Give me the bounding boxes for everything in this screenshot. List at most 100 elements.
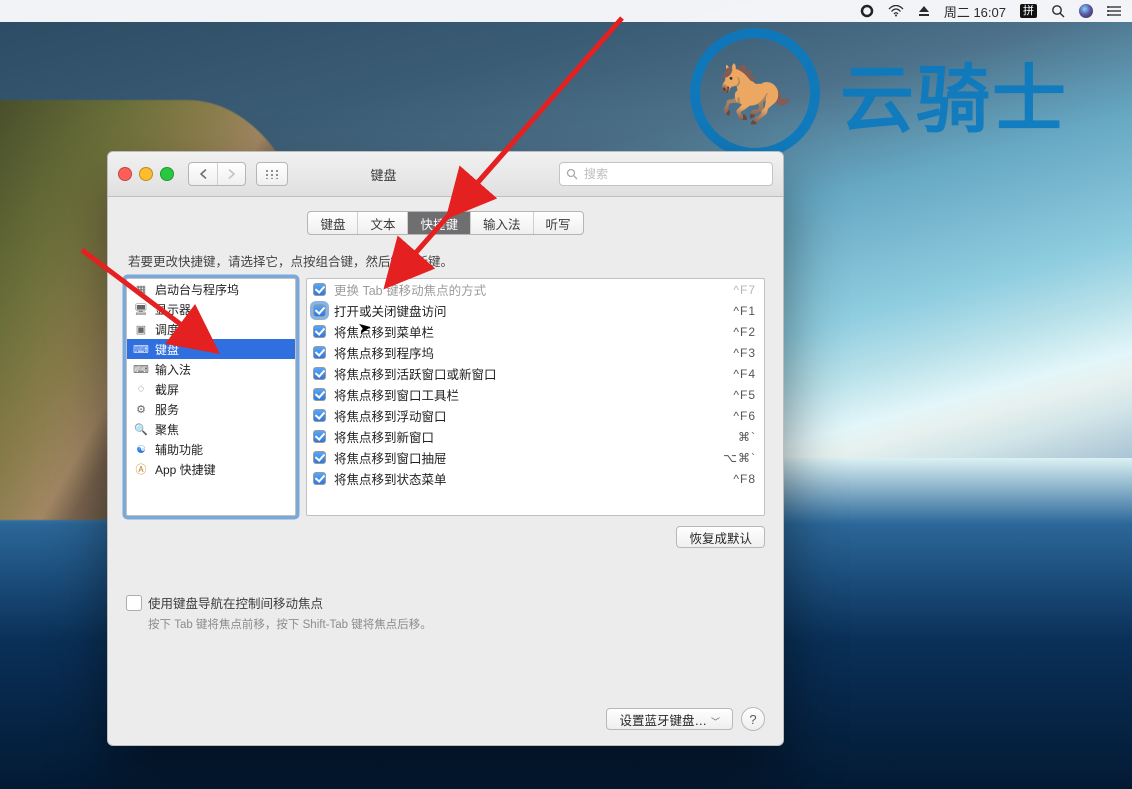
sidebar-item-screenshots[interactable]: ◌ 截屏 [127, 379, 295, 399]
circle-icon[interactable] [860, 3, 874, 19]
sidebar-item-accessibility[interactable]: ☯ 辅助功能 [127, 439, 295, 459]
tab-shortcuts[interactable]: 快捷键 [407, 212, 470, 234]
app-shortcuts-icon: Ⓐ [133, 463, 149, 475]
shortcut-checkbox[interactable] [313, 346, 326, 359]
shortcut-checkbox[interactable] [313, 451, 326, 464]
shortcut-row[interactable]: 将焦点移到新窗口 ⌘` [307, 426, 764, 447]
keyboard-icon: ⌨ [133, 343, 149, 355]
sidebar-item-label: App 快捷键 [155, 461, 216, 478]
spotlight-icon: 🔍 [133, 423, 149, 435]
sidebar-item-launchpad[interactable]: ▦启动台与程序坞 [127, 279, 295, 299]
keyboard-nav-checkbox-label[interactable]: 使用键盘导航在控制间移动焦点 [126, 597, 323, 611]
shortcut-desc: 将焦点移到状态菜单 [334, 469, 725, 488]
accessibility-icon: ☯ [133, 443, 149, 455]
shortcut-checkbox[interactable] [313, 472, 326, 485]
shortcut-row[interactable]: 打开或关闭键盘访问^F1 [307, 300, 764, 321]
sidebar-item-mission-control[interactable]: ▣ 调度中心 [127, 319, 295, 339]
window-toolbar: 键盘 [108, 152, 783, 197]
sidebar-item-label: 键盘 [155, 341, 179, 358]
sidebar-item-spotlight[interactable]: 🔍聚焦 [127, 419, 295, 439]
shortcut-row[interactable]: 将焦点移到程序坞^F3 [307, 342, 764, 363]
shortcut-checkbox[interactable] [313, 388, 326, 401]
shortcut-desc: 将焦点移到活跃窗口或新窗口 [334, 364, 725, 383]
search-input[interactable] [582, 166, 766, 182]
menu-bar: 周二 16:07 拼 [0, 0, 1132, 22]
shortcut-desc: 将焦点移到新窗口 [334, 427, 730, 446]
menu-clock[interactable]: 周二 16:07 [944, 2, 1006, 21]
sidebar-item-keyboard[interactable]: ⌨ 键盘 [127, 339, 295, 359]
search-field[interactable] [559, 162, 773, 186]
wifi-icon[interactable] [888, 3, 904, 19]
shortcut-keys: ^F2 [733, 325, 756, 339]
instruction-text: 若要更改快捷键，请选择它，点按组合键，然后键入新键。 [128, 251, 765, 270]
tab-keyboard[interactable]: 键盘 [308, 212, 357, 234]
shortcut-checkbox[interactable] [313, 409, 326, 422]
siri-icon[interactable] [1079, 3, 1093, 19]
keyboard-nav-checkbox[interactable] [126, 595, 142, 611]
tab-text[interactable]: 文本 [357, 212, 407, 234]
shortcut-keys: ^F7 [733, 283, 756, 297]
shortcut-keys: ^F4 [733, 367, 756, 381]
shortcut-list[interactable]: 更换 Tab 键移动焦点的方式 ^F7 打开或关闭键盘访问^F1 将焦点移到菜单栏… [306, 278, 765, 516]
shortcut-desc: 将焦点移到窗口抽屉 [334, 448, 715, 467]
desktop-wallpaper: 周二 16:07 拼 🐎 云骑士 [0, 0, 1132, 789]
sidebar-item-services[interactable]: ⚙ 服务 [127, 399, 295, 419]
shortcut-keys: ⌥⌘` [723, 451, 756, 465]
bluetooth-keyboard-button[interactable]: 设置蓝牙键盘…﹀ [606, 708, 733, 730]
sidebar-item-label: 启动台与程序坞 [155, 281, 239, 298]
sidebar-item-label: 服务 [155, 401, 179, 418]
minimize-button[interactable] [139, 167, 153, 181]
shortcut-row[interactable]: 将焦点移到窗口工具栏^F5 [307, 384, 764, 405]
shortcut-checkbox[interactable] [313, 367, 326, 380]
keyboard-nav-help: 按下 Tab 键将焦点前移，按下 Shift-Tab 键将焦点后移。 [148, 616, 765, 632]
shortcut-row[interactable]: 更换 Tab 键移动焦点的方式 ^F7 [307, 279, 764, 300]
shortcut-checkbox[interactable] [313, 283, 326, 296]
tab-group: 键盘 文本 快捷键 输入法 听写 [307, 211, 583, 235]
shortcut-desc: 将焦点移到浮动窗口 [334, 406, 725, 425]
sidebar-item-label: 调度中心 [155, 321, 203, 338]
sidebar-item-display[interactable]: 🖥 显示器 [127, 299, 295, 319]
tab-dictation[interactable]: 听写 [533, 212, 583, 234]
shortcut-row[interactable]: 将焦点移到菜单栏^F2 [307, 321, 764, 342]
traffic-lights [118, 167, 174, 181]
sidebar-item-input-sources[interactable]: ⌨输入法 [127, 359, 295, 379]
sidebar-item-app-shortcuts[interactable]: Ⓐ App 快捷键 [127, 459, 295, 479]
shortcut-row[interactable]: 将焦点移到浮动窗口 ^F6 [307, 405, 764, 426]
shortcut-keys: ^F3 [733, 346, 756, 360]
shortcut-checkbox[interactable] [313, 304, 326, 317]
system-preferences-window: 键盘 键盘 文本 快捷键 输入法 听写 若要更改快捷键，请选择它，点按组合键，然… [107, 151, 784, 746]
screenshot-icon: ◌ [133, 383, 149, 395]
shortcut-row[interactable]: 将焦点移到窗口抽屉 ⌥⌘` [307, 447, 764, 468]
sidebar-item-label: 截屏 [155, 381, 179, 398]
back-button[interactable] [189, 163, 217, 185]
eject-icon[interactable] [918, 3, 930, 19]
close-button[interactable] [118, 167, 132, 181]
shortcut-desc: 更换 Tab 键移动焦点的方式 [334, 280, 725, 299]
search-icon[interactable] [1051, 3, 1065, 19]
watermark-logo: 🐎 云骑士 [690, 28, 1068, 158]
mission-control-icon: ▣ [133, 323, 149, 335]
shortcut-keys: ^F6 [733, 409, 756, 423]
zoom-button[interactable] [160, 167, 174, 181]
services-icon: ⚙ [133, 403, 149, 415]
knight-icon: 🐎 [700, 38, 810, 148]
sidebar-item-label: 显示器 [155, 301, 191, 318]
watermark-text: 云骑士 [840, 40, 1068, 147]
category-list[interactable]: ▦启动台与程序坞 🖥 显示器 ▣ 调度中心 ⌨ 键盘 ⌨输入法 ◌ 截屏 ⚙ 服务 🔍聚焦… [126, 278, 296, 516]
chevron-down-icon: ﹀ [711, 717, 720, 727]
shortcut-checkbox[interactable] [313, 430, 326, 443]
notification-center-icon[interactable] [1107, 3, 1122, 19]
sidebar-item-label: 辅助功能 [155, 441, 203, 458]
restore-defaults-button[interactable]: 恢复成默认 [676, 526, 765, 548]
tab-input-sources[interactable]: 输入法 [470, 212, 533, 234]
display-icon: 🖥 [133, 303, 149, 315]
shortcut-row[interactable]: 将焦点移到状态菜单^F8 [307, 468, 764, 489]
shortcut-keys: ⌘` [738, 430, 756, 444]
ime-indicator[interactable]: 拼 [1020, 4, 1037, 18]
shortcut-checkbox[interactable] [313, 325, 326, 338]
help-button[interactable]: ? [741, 707, 765, 731]
shortcut-row[interactable]: 将焦点移到活跃窗口或新窗口 ^F4 [307, 363, 764, 384]
shortcut-keys: ^F5 [733, 388, 756, 402]
window-title: 键盘 [236, 165, 551, 184]
shortcut-keys: ^F1 [733, 304, 756, 318]
